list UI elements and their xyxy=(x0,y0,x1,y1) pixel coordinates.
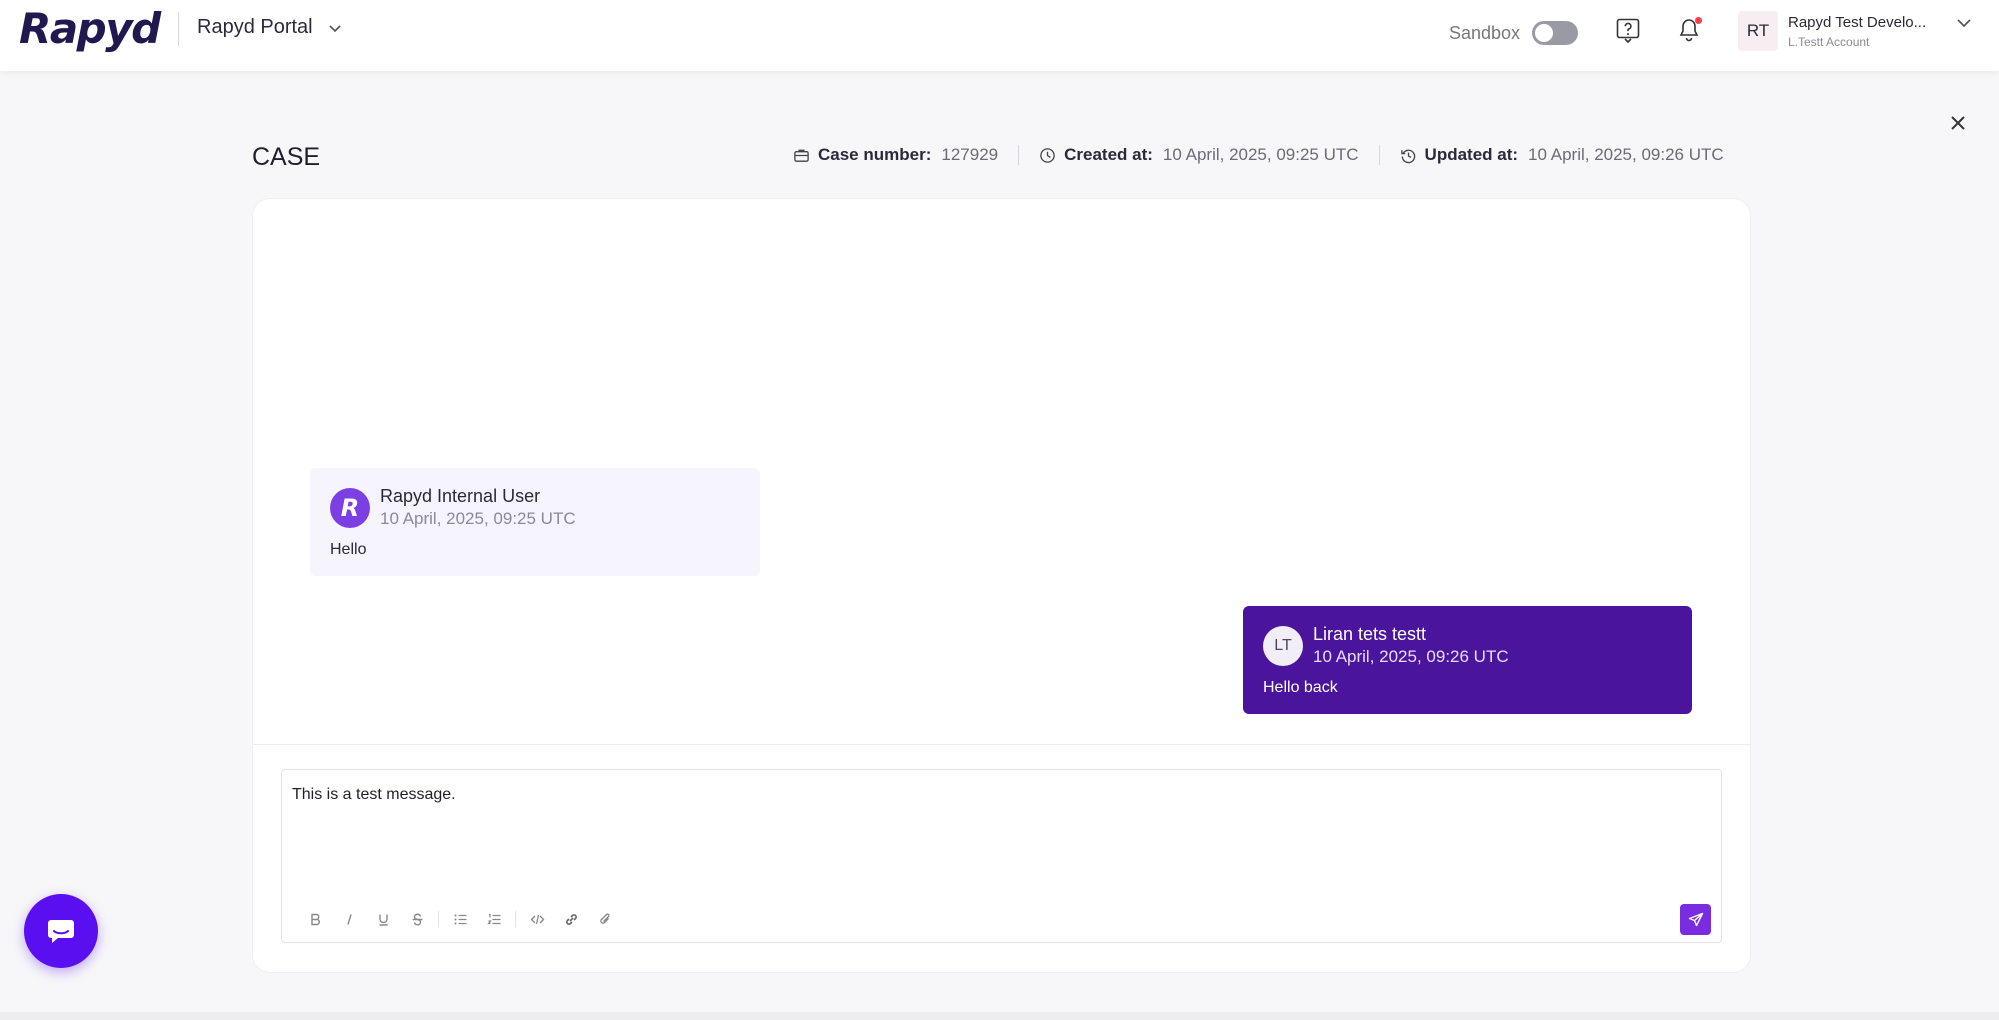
message-text: Hello xyxy=(330,541,367,558)
chat-bubble-icon xyxy=(48,920,74,943)
toolbar-divider xyxy=(515,911,516,927)
message-timestamp: 10 April, 2025, 09:25 UTC xyxy=(380,509,576,528)
account-sub: L.Testt Account xyxy=(1788,34,1870,49)
meta-divider xyxy=(1018,145,1020,165)
message-header: LT Liran tets testt 10 April, 2025, 09:2… xyxy=(1263,624,1672,667)
bold-icon xyxy=(310,913,320,925)
code-button[interactable] xyxy=(520,908,554,930)
logo-divider xyxy=(178,12,179,46)
notifications-button[interactable] xyxy=(1675,16,1703,44)
top-bar: Rapyd Rapyd Portal Sandbox RT Rapyd Test… xyxy=(0,0,1999,71)
case-number-value: 127929 xyxy=(941,145,999,164)
rapyd-logo[interactable]: Rapyd xyxy=(19,4,161,53)
created-label: Created at: xyxy=(1064,145,1153,164)
help-button[interactable] xyxy=(1614,16,1642,44)
case-meta: Case number: 127929 Created at: 10 April… xyxy=(793,145,1724,165)
updated-value: 10 April, 2025, 09:26 UTC xyxy=(1528,145,1724,164)
account-menu[interactable]: RT Rapyd Test Develo... L.Testt Account xyxy=(1738,11,1926,51)
updated-meta: Updated at: 10 April, 2025, 09:26 UTC xyxy=(1400,145,1724,165)
case-number-meta: Case number: 127929 xyxy=(793,145,998,165)
created-meta: Created at: 10 April, 2025, 09:25 UTC xyxy=(1039,145,1359,165)
send-button[interactable] xyxy=(1680,904,1711,935)
updated-label: Updated at: xyxy=(1424,145,1519,164)
send-icon xyxy=(1688,912,1703,926)
case-number-label: Case number: xyxy=(818,145,932,164)
message-meta: Liran tets testt 10 April, 2025, 09:26 U… xyxy=(1313,624,1509,667)
strikethrough-button[interactable] xyxy=(400,908,434,930)
toolbar-divider xyxy=(438,911,439,927)
clock-icon xyxy=(1040,147,1055,163)
formatting-toolbar xyxy=(298,908,622,930)
message-header: R Rapyd Internal User 10 April, 2025, 09… xyxy=(330,486,740,529)
message-timestamp: 10 April, 2025, 09:26 UTC xyxy=(1313,647,1509,666)
message-incoming: R Rapyd Internal User 10 April, 2025, 09… xyxy=(310,468,760,576)
clock-refresh-icon xyxy=(1400,149,1415,163)
chat-widget-button[interactable] xyxy=(24,894,98,968)
account-avatar: RT xyxy=(1738,11,1778,51)
created-value: 10 April, 2025, 09:25 UTC xyxy=(1162,145,1359,164)
bold-button[interactable] xyxy=(298,908,332,930)
italic-icon xyxy=(346,913,352,925)
composer-input[interactable]: This is a test message. xyxy=(292,786,456,804)
link-icon xyxy=(565,913,577,925)
message-outgoing: LT Liran tets testt 10 April, 2025, 09:2… xyxy=(1243,606,1692,714)
user-avatar: LT xyxy=(1263,625,1303,666)
composer-divider xyxy=(253,744,1750,745)
page-title: CASE xyxy=(252,143,321,171)
portal-switcher[interactable]: Rapyd Portal xyxy=(197,16,343,39)
underline-button[interactable] xyxy=(366,908,400,930)
sandbox-label: Sandbox xyxy=(1449,22,1521,43)
attachment-button[interactable] xyxy=(588,908,622,930)
briefcase-icon xyxy=(794,149,809,162)
link-button[interactable] xyxy=(554,908,588,930)
strikethrough-icon xyxy=(412,913,422,925)
message-sender: Liran tets testt xyxy=(1313,624,1427,644)
account-text: Rapyd Test Develo... L.Testt Account xyxy=(1788,14,1926,49)
sandbox-switch-group: Sandbox xyxy=(1449,21,1579,45)
help-icon xyxy=(1616,18,1640,43)
italic-button[interactable] xyxy=(332,908,366,930)
toggle-knob xyxy=(1535,24,1554,42)
code-icon xyxy=(530,914,544,924)
bottom-strip xyxy=(0,1012,1999,1020)
account-name: Rapyd Test Develo... xyxy=(1788,13,1927,31)
portal-label: Rapyd Portal xyxy=(197,16,313,38)
close-icon[interactable] xyxy=(1947,112,1969,134)
message-meta: Rapyd Internal User 10 April, 2025, 09:2… xyxy=(380,486,576,529)
message-sender: Rapyd Internal User xyxy=(380,486,541,506)
notification-dot xyxy=(1695,17,1702,24)
underline-icon xyxy=(378,914,388,926)
bullet-list-button[interactable] xyxy=(443,908,477,930)
sandbox-toggle[interactable] xyxy=(1532,21,1579,45)
account-chevron-down-icon[interactable] xyxy=(1955,14,1973,32)
numbered-list-button[interactable] xyxy=(477,908,511,930)
bullet-list-icon xyxy=(454,914,466,924)
numbered-list-icon xyxy=(486,913,500,924)
attachment-icon xyxy=(599,912,610,924)
rapyd-avatar: R xyxy=(330,487,370,528)
message-composer[interactable]: This is a test message. xyxy=(281,769,1722,943)
meta-divider xyxy=(1378,145,1380,165)
chevron-down-icon xyxy=(329,24,341,32)
message-text: Hello back xyxy=(1263,679,1338,696)
